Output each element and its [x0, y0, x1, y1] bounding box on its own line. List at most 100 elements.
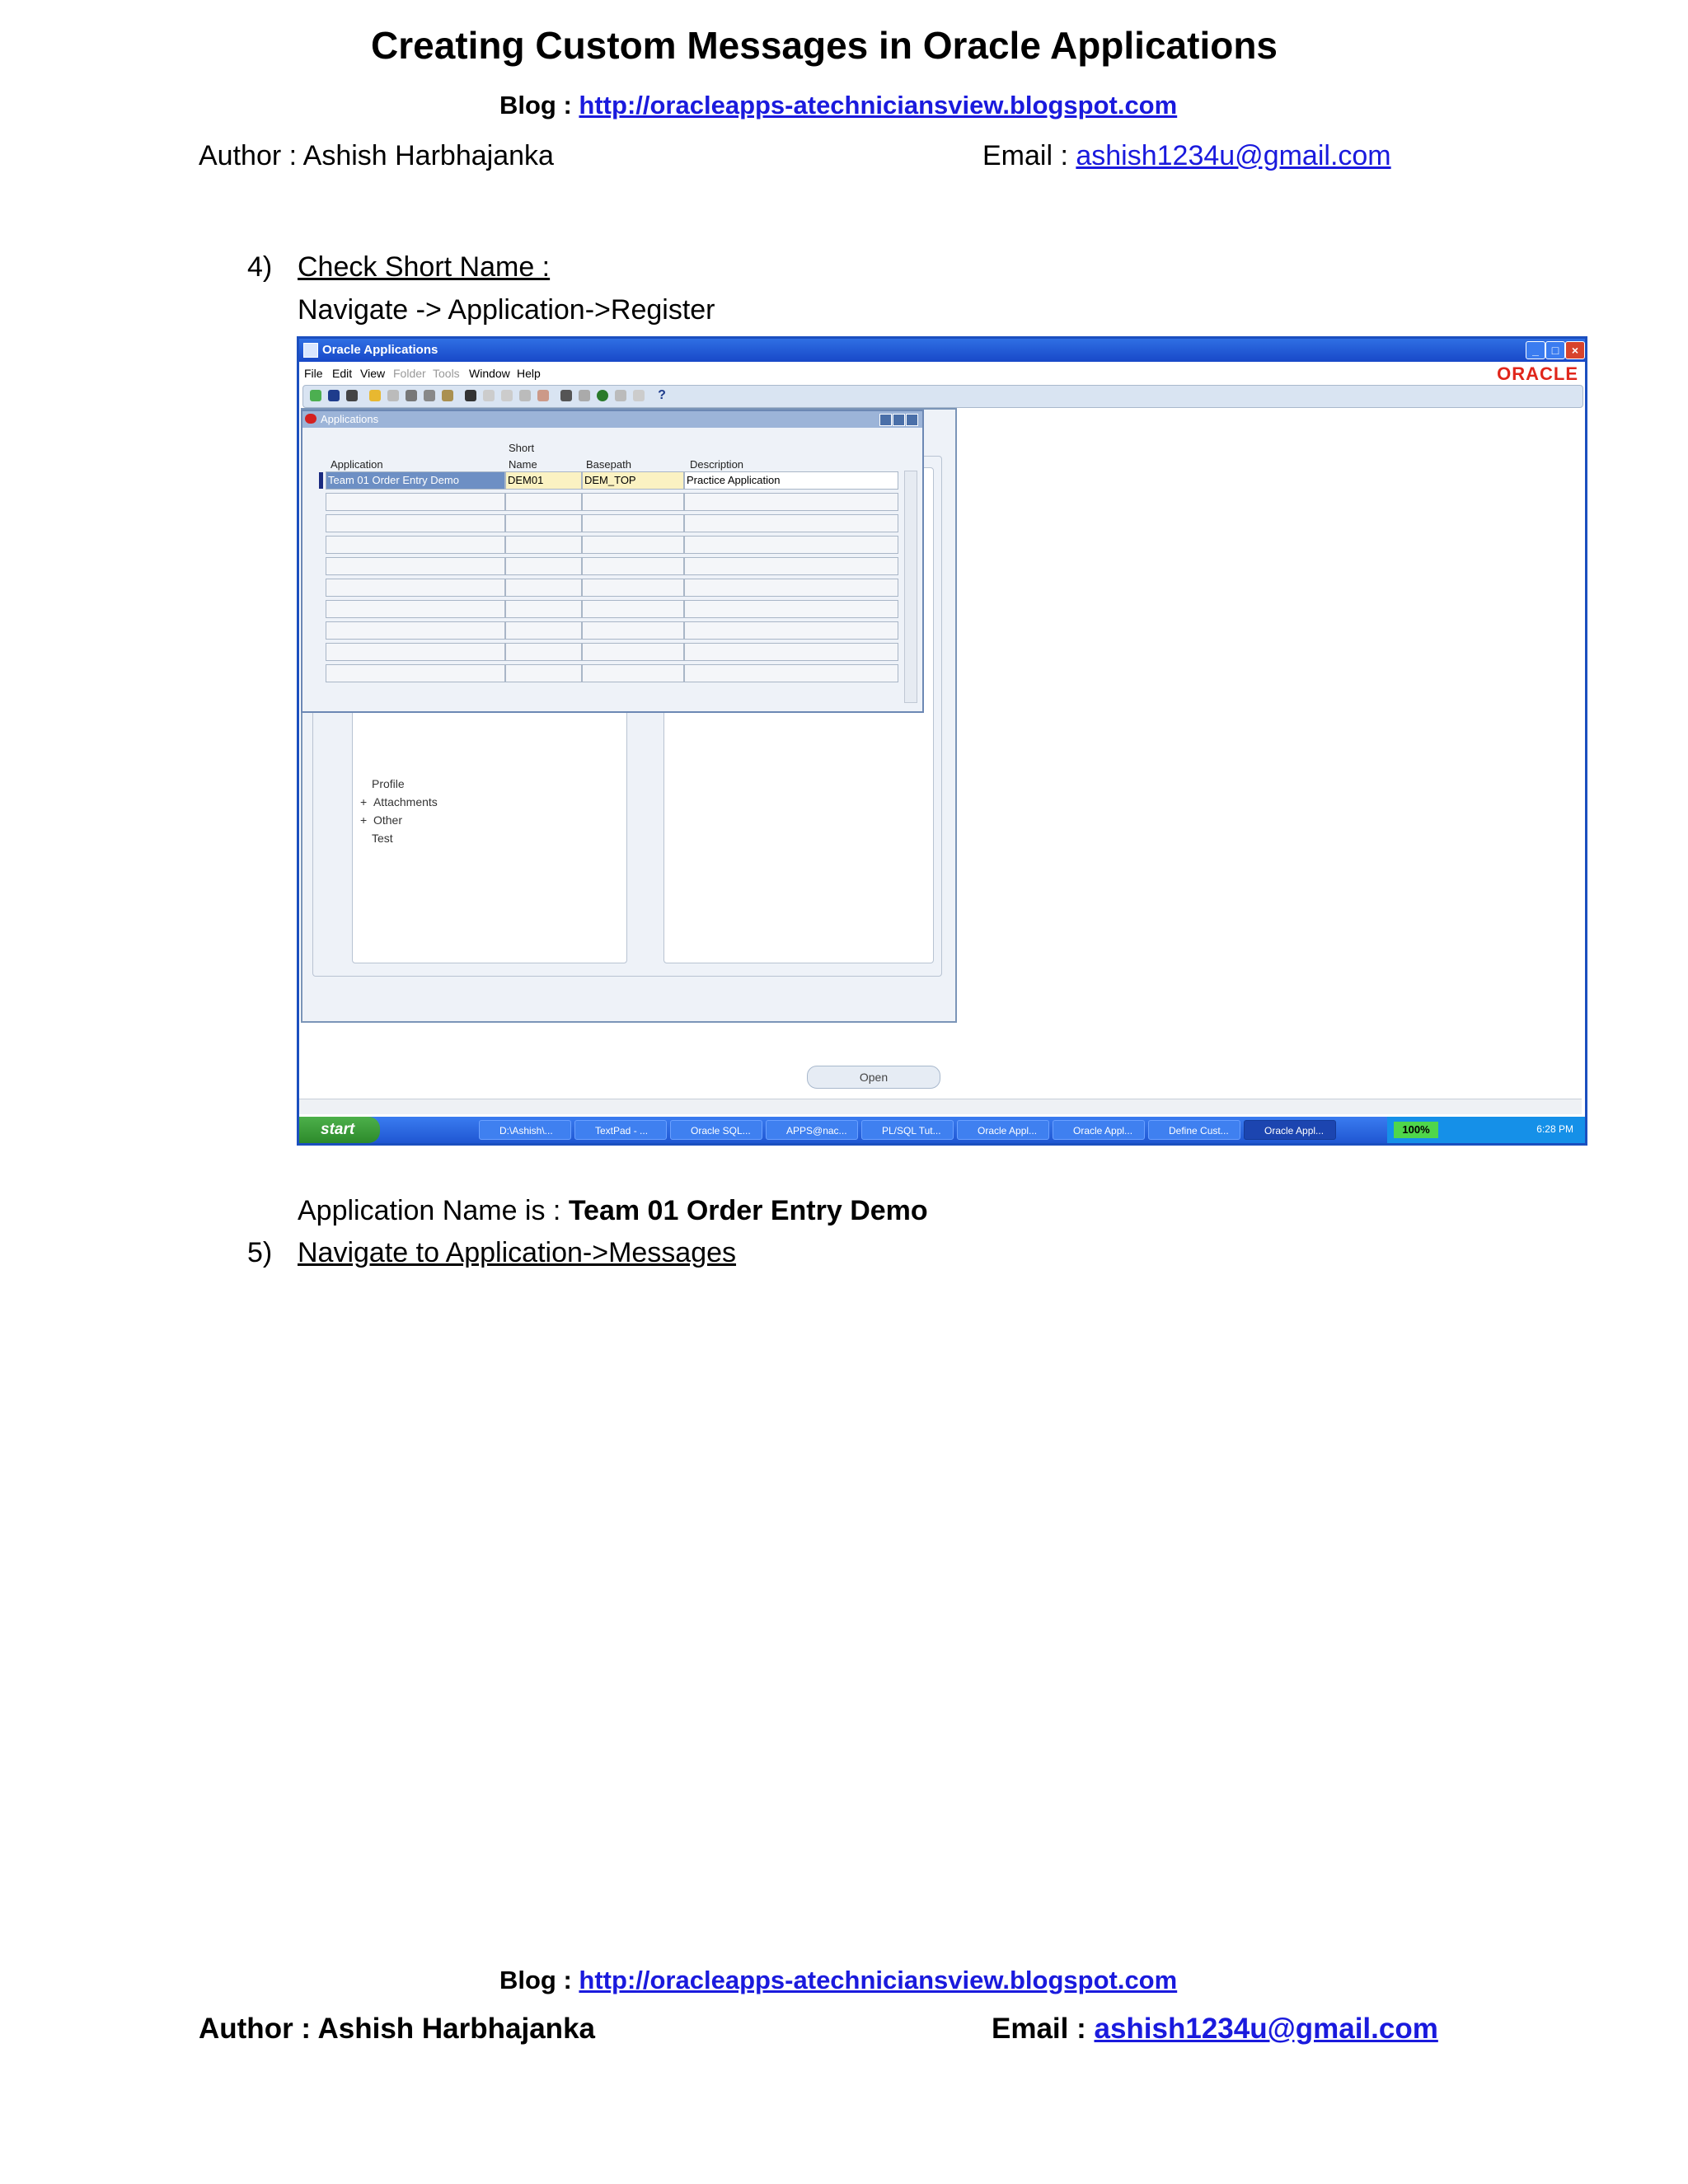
- empty-cell[interactable]: [326, 664, 505, 682]
- basepath-field[interactable]: DEM_TOP: [582, 471, 684, 490]
- attachments-icon[interactable]: [615, 390, 626, 401]
- task-item[interactable]: APPS@nac...: [766, 1120, 858, 1140]
- help-icon[interactable]: ?: [656, 389, 668, 402]
- empty-cell[interactable]: [582, 514, 684, 532]
- nav-item-other[interactable]: + Other: [360, 813, 402, 827]
- find-icon[interactable]: [328, 390, 340, 401]
- empty-cell[interactable]: [684, 664, 898, 682]
- empty-cell[interactable]: [582, 600, 684, 618]
- empty-cell[interactable]: [684, 536, 898, 554]
- nav-item-profile[interactable]: Profile: [372, 777, 405, 790]
- form-minimize-icon[interactable]: [879, 414, 892, 426]
- copy-icon[interactable]: [483, 390, 495, 401]
- save-icon[interactable]: [369, 390, 381, 401]
- nav-item-attachments[interactable]: + Attachments: [360, 795, 438, 808]
- task-item[interactable]: PL/SQL Tut...: [861, 1120, 954, 1140]
- task-item[interactable]: D:\Ashish\...: [479, 1120, 571, 1140]
- empty-cell[interactable]: [582, 643, 684, 661]
- minimize-icon[interactable]: _: [1526, 341, 1545, 359]
- empty-cell[interactable]: [582, 664, 684, 682]
- close-form-icon[interactable]: [424, 390, 435, 401]
- author-line: Author : Ashish Harbhajanka: [199, 140, 554, 171]
- empty-cell[interactable]: [684, 621, 898, 640]
- empty-cell[interactable]: [326, 514, 505, 532]
- empty-cell[interactable]: [505, 643, 582, 661]
- empty-cell[interactable]: [326, 579, 505, 597]
- refresh-icon[interactable]: [442, 390, 453, 401]
- menu-help[interactable]: Help: [517, 367, 541, 380]
- close-icon[interactable]: ×: [1565, 341, 1585, 359]
- menu-window[interactable]: Window: [469, 367, 510, 380]
- menu-edit[interactable]: Edit: [332, 367, 352, 380]
- open-button[interactable]: Open: [807, 1066, 940, 1089]
- task-item[interactable]: Define Cust...: [1148, 1120, 1240, 1140]
- empty-cell[interactable]: [684, 514, 898, 532]
- application-field[interactable]: Team 01 Order Entry Demo: [326, 471, 505, 490]
- empty-cell[interactable]: [326, 557, 505, 575]
- task-item[interactable]: Oracle Appl...: [1053, 1120, 1145, 1140]
- form-close-icon[interactable]: [906, 414, 918, 426]
- empty-cell[interactable]: [582, 579, 684, 597]
- maximize-icon[interactable]: □: [1545, 341, 1565, 359]
- empty-cell[interactable]: [582, 536, 684, 554]
- empty-cell[interactable]: [326, 621, 505, 640]
- empty-cell[interactable]: [326, 600, 505, 618]
- app-name-label: Application Name is :: [298, 1195, 569, 1226]
- email-link[interactable]: ashish1234u@gmail.com: [1076, 140, 1390, 171]
- task-item[interactable]: Oracle Appl...: [957, 1120, 1049, 1140]
- empty-cell[interactable]: [505, 600, 582, 618]
- new-record-icon[interactable]: [519, 390, 531, 401]
- horizontal-scrollbar[interactable]: [299, 1099, 1582, 1114]
- blog-link[interactable]: http://oracleapps-atechniciansview.blogs…: [579, 1966, 1177, 1994]
- empty-cell[interactable]: [505, 664, 582, 682]
- empty-cell[interactable]: [505, 579, 582, 597]
- empty-cell[interactable]: [505, 536, 582, 554]
- empty-cell[interactable]: [326, 493, 505, 511]
- zoom-icon[interactable]: [579, 390, 590, 401]
- applications-form: Applications Application Short Name Base…: [301, 410, 924, 713]
- menu-file[interactable]: File: [304, 367, 323, 380]
- email-link[interactable]: ashish1234u@gmail.com: [1094, 2013, 1437, 2045]
- task-item[interactable]: Oracle SQL...: [670, 1120, 762, 1140]
- menu-folder[interactable]: Folder: [393, 367, 426, 380]
- translations-icon[interactable]: [597, 390, 608, 401]
- empty-cell[interactable]: [684, 493, 898, 511]
- current-record-indicator: [319, 472, 323, 489]
- blog-line-top: Blog : http://oracleapps-atechniciansvie…: [499, 91, 1177, 120]
- blog-link[interactable]: http://oracleapps-atechniciansview.blogs…: [579, 91, 1177, 120]
- vertical-scrollbar[interactable]: [904, 471, 917, 703]
- print-icon[interactable]: [406, 390, 417, 401]
- empty-cell[interactable]: [505, 621, 582, 640]
- next-step-icon[interactable]: [387, 390, 399, 401]
- empty-cell[interactable]: [505, 514, 582, 532]
- new-icon[interactable]: [310, 390, 321, 401]
- task-item[interactable]: TextPad - ...: [574, 1120, 667, 1140]
- form-maximize-icon[interactable]: [893, 414, 905, 426]
- menu-view[interactable]: View: [360, 367, 385, 380]
- empty-cell[interactable]: [582, 557, 684, 575]
- delete-record-icon[interactable]: [537, 390, 549, 401]
- empty-cell[interactable]: [505, 557, 582, 575]
- navigator-icon[interactable]: [346, 390, 358, 401]
- column-header-short: Short: [509, 442, 535, 454]
- empty-cell[interactable]: [582, 621, 684, 640]
- empty-cell[interactable]: [684, 600, 898, 618]
- paste-icon[interactable]: [501, 390, 513, 401]
- nav-item-test[interactable]: Test: [372, 832, 393, 845]
- form-titlebar: Applications: [302, 411, 922, 428]
- folder-tools-icon[interactable]: [633, 390, 645, 401]
- empty-cell[interactable]: [505, 493, 582, 511]
- empty-cell[interactable]: [684, 643, 898, 661]
- cut-icon[interactable]: [465, 390, 476, 401]
- empty-cell[interactable]: [326, 536, 505, 554]
- edit-field-icon[interactable]: [560, 390, 572, 401]
- empty-cell[interactable]: [582, 493, 684, 511]
- start-button[interactable]: start: [299, 1117, 380, 1143]
- short-name-field[interactable]: DEM01: [505, 471, 582, 490]
- empty-cell[interactable]: [684, 579, 898, 597]
- task-item-active[interactable]: Oracle Appl...: [1244, 1120, 1336, 1140]
- menu-tools[interactable]: Tools: [433, 367, 460, 380]
- empty-cell[interactable]: [684, 557, 898, 575]
- empty-cell[interactable]: [326, 643, 505, 661]
- description-field[interactable]: Practice Application: [684, 471, 898, 490]
